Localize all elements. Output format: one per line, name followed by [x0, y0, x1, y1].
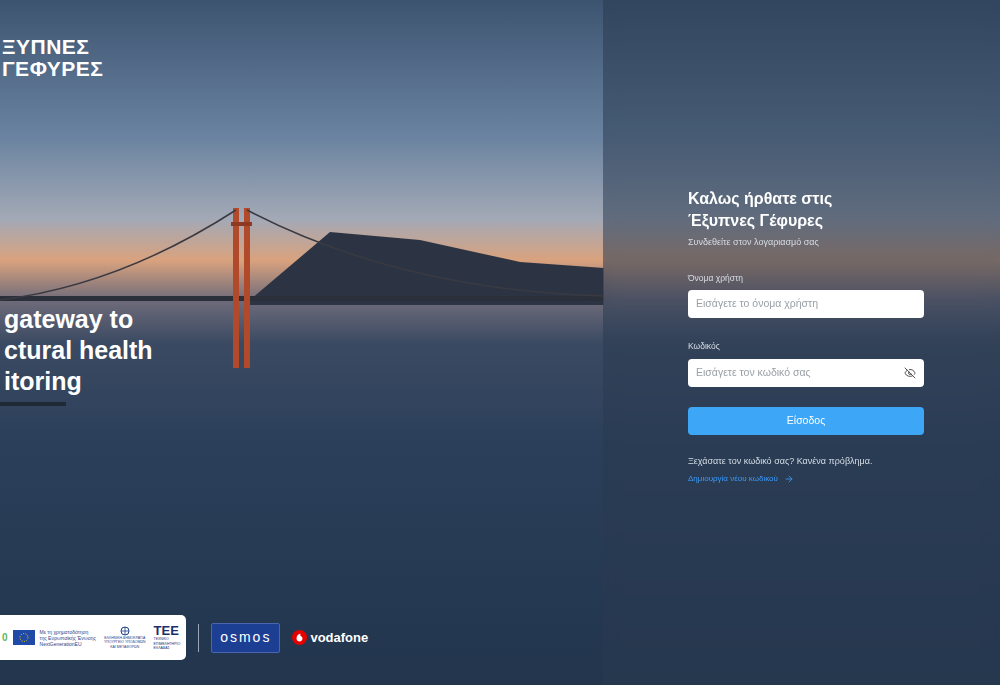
title-line: Έξυπνες Γέφυρες — [688, 210, 924, 232]
osmos-text: osmos — [220, 627, 271, 648]
reset-password-link[interactable]: Δημιουργία νέου κωδικού — [688, 473, 924, 485]
logo-text: ΓΕΦΥΡΕΣ — [2, 58, 603, 80]
password-input[interactable] — [696, 365, 904, 381]
tagline-line: gateway to — [4, 304, 603, 335]
tagline: gateway toctural healthitoring — [0, 304, 603, 397]
tee-logo: ΤΕΕΤΕΧΝΙΚΟΕΠΙΜΕΛΗΤΗΡΙΟΕΛΛΑΔΑΣ — [154, 624, 181, 651]
login-button[interactable]: Είσοδος — [688, 407, 924, 435]
divider — [198, 624, 199, 652]
forgot-text: Ξεχάσατε τον κωδικό σας? Κανένα πρόβλημα… — [688, 455, 924, 469]
login-title: Καλως ήρθατε στιςΈξυπνες Γέφυρες — [688, 188, 924, 232]
footer-logos: 0 Με τη χρηματοδότησητης Ευρωπαϊκής Ένωση… — [0, 615, 603, 660]
ministry-text: ΕΛΛΗΝΙΚΗ ΔΗΜΟΚΡΑΤΙΑ — [104, 636, 145, 641]
eu-flag-icon — [13, 630, 35, 645]
input-box[interactable] — [688, 359, 924, 387]
vodafone-mark-icon — [292, 630, 307, 645]
arrow-right-icon[interactable] — [784, 474, 794, 484]
eu-text: Με τη χρηματοδότησητης Ευρωπαϊκής Ένωσης… — [40, 629, 96, 647]
field-label: Όνομα χρήστη — [688, 272, 924, 285]
login-page: ΞΥΠΝΕΣΓΕΦΥΡΕΣ gateway toctural healthitor… — [0, 0, 1000, 685]
form-field: Όνομα χρήστη — [688, 272, 924, 319]
reset-link-text[interactable]: Δημιουργία νέου κωδικού — [688, 473, 778, 485]
tee-subtext: ΕΛΛΑΔΑΣ — [154, 646, 181, 651]
title-line: Καλως ήρθατε στις — [688, 188, 924, 210]
logo: ΞΥΠΝΕΣΓΕΦΥΡΕΣ — [0, 0, 603, 80]
login-subtitle: Συνδεθείτε στον λογαριασμό σας — [688, 236, 924, 250]
vodafone-text: vodafone — [310, 628, 368, 648]
tee-text: ΤΕΕ — [154, 624, 181, 637]
tagline-line: itoring — [4, 366, 603, 397]
funding-card: 0 Με τη χρηματοδότησητης Ευρωπαϊκής Ένωση… — [0, 615, 186, 660]
vodafone-logo: vodafone — [292, 628, 368, 648]
eye-off-icon[interactable] — [904, 367, 916, 379]
ministry-logo: ΕΛΛΗΝΙΚΗ ΔΗΜΟΚΡΑΤΙΑΥΠΟΥΡΓΕΙΟ ΥΠΟΔΟΜΩΝΚΑΙ… — [104, 626, 146, 650]
osmos-logo: osmos — [211, 623, 280, 653]
input-box[interactable] — [688, 290, 924, 318]
logo-text: ΞΥΠΝΕΣ — [2, 36, 603, 58]
tagline-line: ctural health — [4, 335, 603, 366]
emblem-icon — [120, 626, 130, 636]
greece-2-logo: 0 — [2, 630, 8, 645]
eu-text-line: της Ευρωπαϊκής Ένωσης — [40, 635, 96, 641]
login-form: Όνομα χρήστη Κωδικός — [688, 272, 924, 388]
login-panel: Καλως ήρθατε στιςΈξυπνες Γέφυρες Συνδεθεί… — [603, 0, 1000, 685]
eu-text-line: Με τη χρηματοδότηση — [40, 629, 96, 635]
ministry-text: ΥΠΟΥΡΓΕΙΟ ΥΠΟΔΟΜΩΝ — [104, 640, 146, 645]
tee-subtext: ΕΠΙΜΕΛΗΤΗΡΙΟ — [154, 642, 181, 647]
hero-column: ΞΥΠΝΕΣΓΕΦΥΡΕΣ gateway toctural healthitor… — [0, 0, 603, 685]
ministry-text: ΚΑΙ ΜΕΤΑΦΟΡΩΝ — [110, 645, 139, 650]
tee-subtext: ΤΕΧΝΙΚΟ — [154, 637, 181, 642]
username-input[interactable] — [696, 296, 916, 312]
form-field: Κωδικός — [688, 340, 924, 387]
eu-text-line: NextGenerationEU — [40, 641, 96, 647]
field-label: Κωδικός — [688, 340, 924, 353]
